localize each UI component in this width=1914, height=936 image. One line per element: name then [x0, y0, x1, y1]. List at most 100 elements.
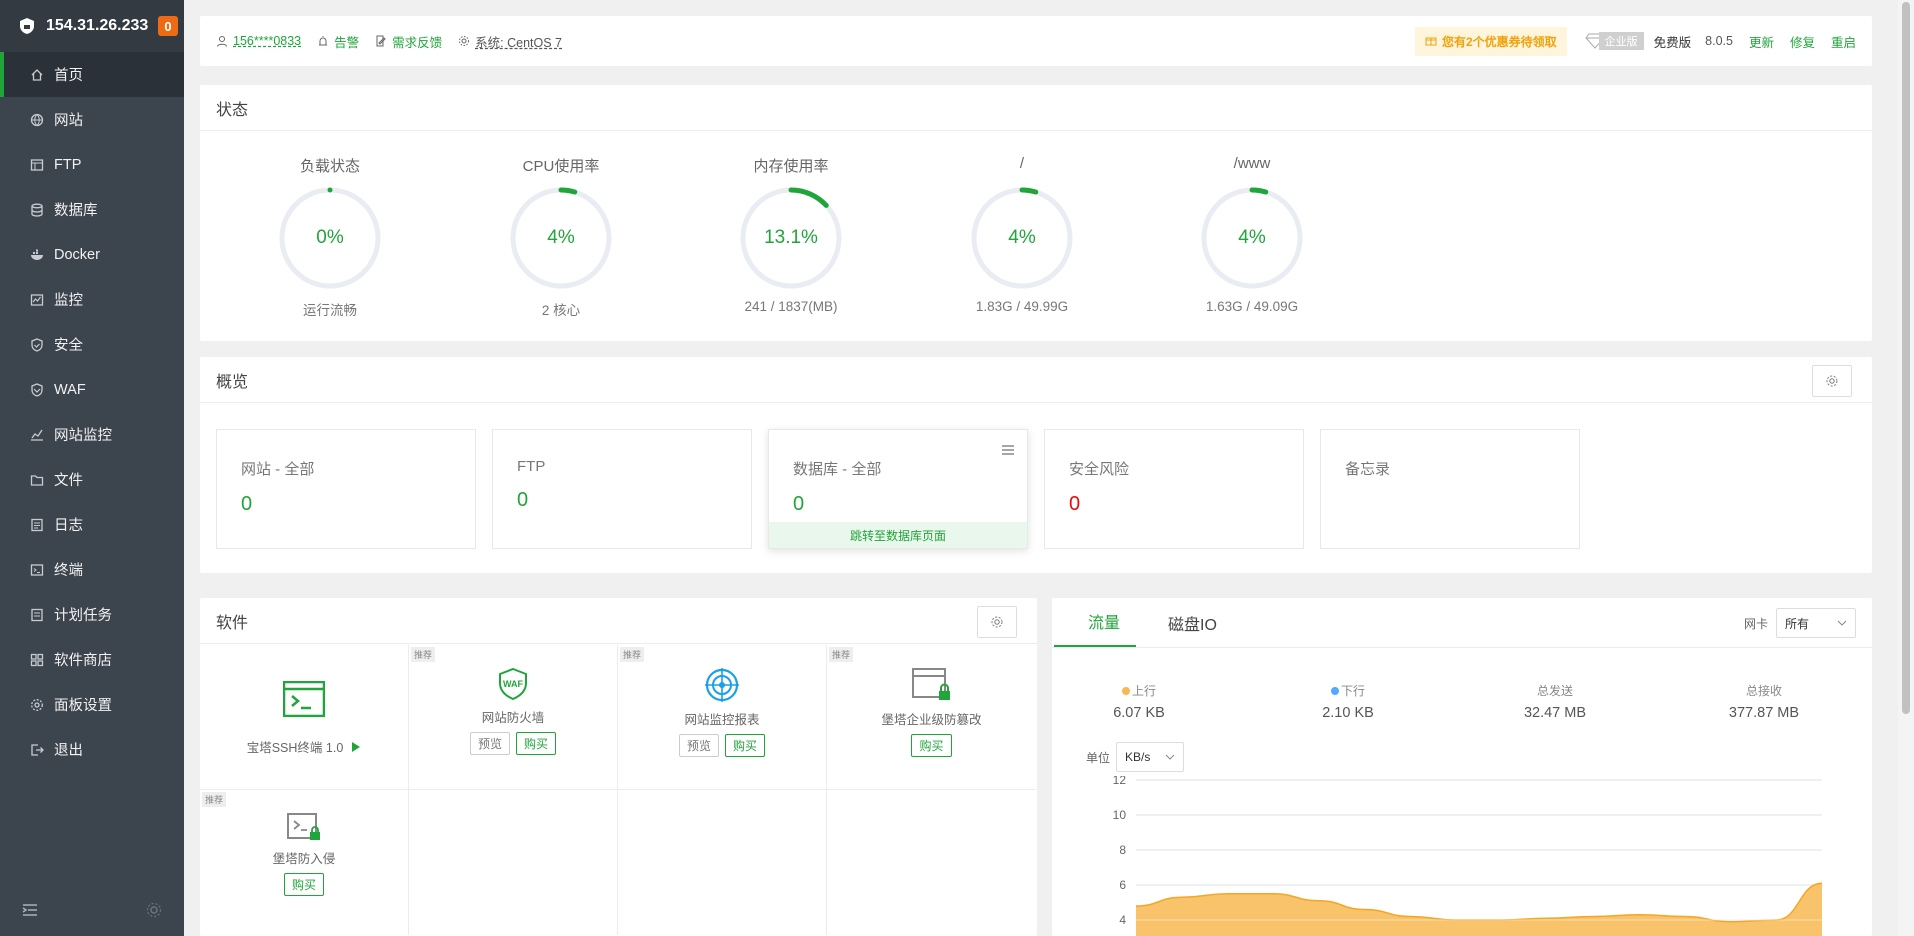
buy-button[interactable]: 购买	[725, 734, 766, 757]
gauge-ring[interactable]: 4%	[1197, 183, 1307, 293]
sidebar-item-globe[interactable]: 网站	[0, 97, 184, 142]
overview-card-website[interactable]: 网站 - 全部 0	[216, 429, 476, 549]
overview-card-security-risk[interactable]: 安全风险 0	[1044, 429, 1304, 549]
sidebar-item-label: 计划任务	[54, 608, 112, 624]
feedback-link[interactable]: 需求反馈	[375, 32, 442, 51]
gauge-3[interactable]: / 4% 1.83G / 49.99G	[932, 155, 1112, 314]
restart-link[interactable]: 重启	[1831, 32, 1856, 51]
sidebar-item-chart[interactable]: 网站监控	[0, 412, 184, 457]
gauge-label: /www	[1233, 155, 1271, 172]
task-icon	[31, 608, 43, 621]
nic-select[interactable]: 所有	[1776, 608, 1856, 638]
update-link[interactable]: 更新	[1749, 32, 1774, 51]
sidebar-item-log[interactable]: 日志	[0, 502, 184, 547]
stat-total-sent: 总发送 32.47 MB	[1495, 682, 1615, 721]
gauge-ring[interactable]: 4%	[967, 183, 1077, 293]
sidebar-item-logout[interactable]: 退出	[0, 727, 184, 772]
tab-disk-io[interactable]: 磁盘IO	[1156, 611, 1229, 647]
sidebar-item-monitor[interactable]: 监控	[0, 277, 184, 322]
enterprise-badge[interactable]: 企业版	[1598, 32, 1644, 50]
waf-shield-icon: WAF	[499, 667, 527, 701]
gauge-label: /	[1019, 155, 1025, 172]
software-name-text: 宝塔SSH终端 1.0	[246, 741, 344, 755]
notification-badge[interactable]: 0	[158, 16, 178, 36]
recommend-tag: 推荐	[620, 647, 645, 662]
user-link[interactable]: 156****0833	[216, 34, 301, 48]
gauge-value: 13.1%	[764, 227, 818, 248]
jump-to-database-link[interactable]: 跳转至数据库页面	[769, 522, 1027, 548]
gauge-value: 4%	[547, 227, 575, 248]
coupon-banner[interactable]: 您有2个优惠券待领取	[1414, 26, 1567, 56]
software-item-waf[interactable]: 推荐 WAF 网站防火墙 预览 购买	[409, 645, 618, 790]
gauge-1[interactable]: CPU使用率 4% 2 核心	[471, 155, 651, 319]
gauge-4[interactable]: /www 4% 1.63G / 49.09G	[1162, 155, 1342, 314]
sidebar-item-task[interactable]: 计划任务	[0, 592, 184, 637]
logout-icon	[31, 743, 44, 756]
software-item-intrusion-defense[interactable]: 推荐 堡塔防入侵 购买	[200, 790, 409, 935]
tab-traffic[interactable]: 流量	[1054, 609, 1137, 647]
gauge-ring[interactable]: 0%	[275, 183, 385, 293]
gauge-ring[interactable]: 4%	[506, 183, 616, 293]
scrollbar-thumb[interactable]	[1902, 2, 1910, 714]
sidebar-item-waf[interactable]: WAF	[0, 367, 184, 412]
sidebar-item-ftp[interactable]: FTP	[0, 142, 184, 187]
sidebar-item-folder[interactable]: 文件	[0, 457, 184, 502]
stat-total-received: 总接收 377.87 MB	[1704, 682, 1824, 721]
software-item-ssh[interactable]: 宝塔SSH终端 1.0	[200, 645, 409, 790]
gauge-2[interactable]: 内存使用率 13.1% 241 / 1837(MB)	[701, 155, 881, 314]
buy-button[interactable]: 购买	[516, 732, 557, 755]
sidebar-item-terminal[interactable]: 终端	[0, 547, 184, 592]
svg-text:WAF: WAF	[503, 679, 523, 689]
sidebar-item-settings[interactable]: 面板设置	[0, 682, 184, 727]
user-phone[interactable]: 156****0833	[233, 34, 301, 48]
free-edition-label: 免费版	[1653, 35, 1692, 50]
software-item-tamper-proof[interactable]: 推荐 堡塔企业级防篡改 购买	[827, 645, 1036, 790]
play-icon[interactable]	[351, 741, 361, 753]
alarm-link[interactable]: 告警	[317, 32, 359, 51]
page-scrollbar[interactable]	[1898, 0, 1914, 936]
terminal-lock-icon	[287, 813, 320, 840]
coupon-icon	[1425, 37, 1437, 46]
overview-card-value[interactable]: 0	[1069, 493, 1303, 516]
gauge-subtext: 241 / 1837(MB)	[744, 299, 838, 314]
gauge-0[interactable]: 负载状态 0% 运行流畅	[240, 155, 420, 319]
overview-card-database[interactable]: 数据库 - 全部 0 跳转至数据库页面	[768, 429, 1028, 549]
overview-settings-button[interactable]	[1812, 365, 1852, 397]
sidebar-item-store[interactable]: 软件商店	[0, 637, 184, 682]
coupon-label[interactable]: 您有2个优惠券待领取	[1442, 33, 1557, 50]
repair-link[interactable]: 修复	[1790, 32, 1815, 51]
menu-icon[interactable]	[1001, 444, 1015, 456]
unit-select[interactable]: KB/s	[1116, 742, 1185, 772]
software-settings-button[interactable]	[977, 606, 1017, 638]
sidebar-item-label: 文件	[54, 473, 83, 489]
stat-value: 377.87 MB	[1728, 705, 1800, 721]
buy-button[interactable]: 购买	[911, 734, 952, 757]
sidebar-item-database[interactable]: 数据库	[0, 187, 184, 232]
collapse-menu-icon[interactable]	[22, 903, 38, 917]
gauge-subtext: 1.63G / 49.09G	[1205, 299, 1299, 314]
sidebar-item-label: 首页	[54, 68, 83, 84]
preview-button[interactable]: 预览	[678, 734, 719, 757]
chart-icon	[31, 429, 43, 441]
overview-card-value[interactable]: 0	[517, 489, 751, 512]
preview-button[interactable]: 预览	[469, 732, 510, 755]
software-name: 网站防火墙	[481, 711, 545, 725]
feedback-label[interactable]: 需求反馈	[392, 32, 442, 51]
store-icon	[30, 653, 44, 666]
alarm-label[interactable]: 告警	[334, 32, 359, 51]
sidebar-item-shield[interactable]: 安全	[0, 322, 184, 367]
overview-card-value[interactable]: 0	[241, 493, 475, 516]
gauge-ring[interactable]: 13.1%	[736, 183, 846, 293]
settings-gear-icon[interactable]	[146, 902, 162, 918]
overview-card-ftp[interactable]: FTP 0	[492, 429, 752, 549]
status-panel: 状态 负载状态 0% 运行流畅 CPU使用率 4% 2 核心 内存使用率 13.1% 241 /…	[200, 85, 1872, 341]
software-item-site-monitor[interactable]: 推荐 网站监控报表 预览 购买	[618, 645, 827, 790]
buy-button[interactable]: 购买	[283, 873, 324, 896]
sidebar-item-docker[interactable]: Docker	[0, 232, 184, 277]
main-content: 156****0833 告警 需求反馈 系统: CentOS 7 您有2个优惠券…	[184, 0, 1894, 936]
overview-card-title: 备忘录	[1345, 461, 1391, 478]
unit-selector: 单位 KB/s	[1086, 742, 1185, 772]
overview-card-memo[interactable]: 备忘录	[1320, 429, 1580, 549]
overview-card-value[interactable]: 0	[793, 493, 1027, 516]
sidebar-item-home[interactable]: 首页	[0, 52, 184, 97]
